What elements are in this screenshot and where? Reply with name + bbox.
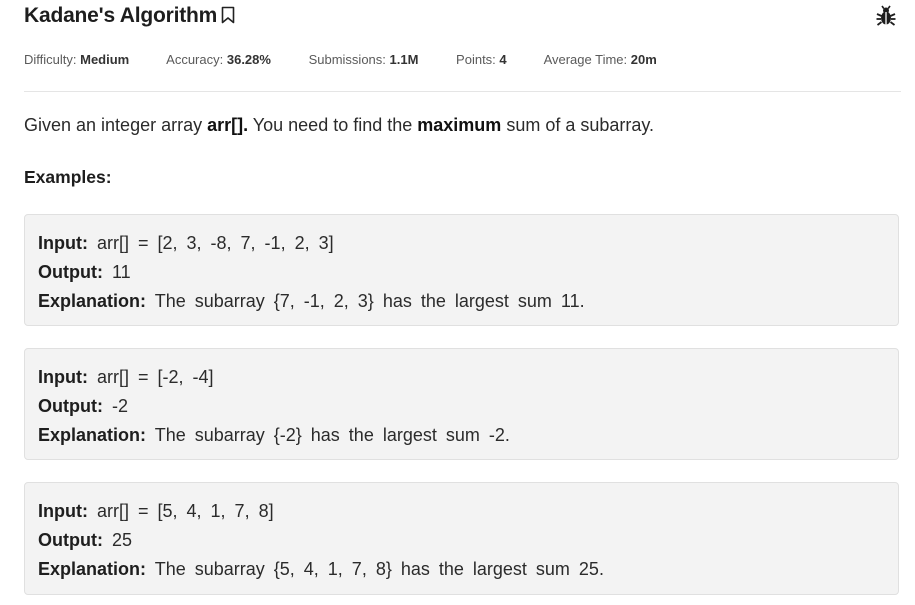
- output-value: -2: [111, 396, 128, 416]
- problem-title: Kadane's Algorithm: [24, 4, 218, 27]
- example-block: Input: arr[] = [2, 3, -8, 7, -1, 2, 3] O…: [24, 214, 899, 326]
- meta-accuracy-label: Accuracy:: [166, 52, 224, 67]
- examples-heading: Examples:: [24, 167, 112, 187]
- meta-difficulty-label: Difficulty:: [24, 52, 77, 67]
- example-explanation: Explanation: The subarray {5, 4, 1, 7, 8…: [38, 555, 885, 584]
- statement-emphasis: arr[].: [207, 115, 249, 135]
- problem-meta: Difficulty: Medium Accuracy: 36.28% Subm…: [24, 52, 691, 67]
- statement-text: Given an integer array: [24, 115, 208, 135]
- explanation-label: Explanation:: [38, 291, 147, 311]
- problem-statement: Given an integer array arr[]. You need t…: [24, 115, 654, 136]
- example-explanation: Explanation: The subarray {7, -1, 2, 3} …: [38, 287, 885, 316]
- meta-time-value: 20m: [630, 52, 657, 67]
- output-label: Output:: [38, 530, 103, 550]
- explanation-label: Explanation:: [38, 559, 147, 579]
- example-output: Output: 25: [38, 526, 885, 555]
- example-input: Input: arr[] = [-2, -4]: [38, 363, 885, 392]
- meta-average-time: Average Time: 20m: [544, 52, 657, 67]
- meta-submissions-value: 1.1M: [389, 52, 419, 67]
- meta-accuracy-value: 36.28%: [226, 52, 271, 67]
- meta-difficulty: Difficulty: Medium: [24, 52, 129, 67]
- statement-emphasis: maximum: [417, 115, 502, 135]
- meta-submissions: Submissions: 1.1M: [309, 52, 419, 67]
- explanation-label: Explanation:: [38, 425, 147, 445]
- input-value: arr[] = [5, 4, 1, 7, 8]: [97, 501, 274, 521]
- example-block: Input: arr[] = [5, 4, 1, 7, 8] Output: 2…: [24, 482, 899, 595]
- meta-time-label: Average Time:: [543, 52, 628, 67]
- meta-points-label: Points:: [456, 52, 496, 67]
- output-value: 11: [111, 262, 131, 282]
- meta-accuracy: Accuracy: 36.28%: [166, 52, 271, 67]
- example-block: Input: arr[] = [-2, -4] Output: -2 Expla…: [24, 348, 899, 460]
- example-explanation: Explanation: The subarray {-2} has the l…: [38, 421, 885, 450]
- example-output: Output: 11: [38, 258, 885, 287]
- meta-submissions-label: Submissions:: [308, 52, 386, 67]
- bookmark-icon[interactable]: [220, 5, 236, 25]
- statement-text: You need to find the: [248, 115, 418, 135]
- input-label: Input:: [38, 233, 88, 253]
- meta-points: Points: 4: [456, 52, 507, 67]
- output-label: Output:: [38, 262, 103, 282]
- explanation-value: The subarray {-2} has the largest sum -2…: [154, 425, 510, 445]
- explanation-value: The subarray {7, -1, 2, 3} has the large…: [154, 291, 585, 311]
- header-divider: [24, 91, 901, 92]
- input-label: Input:: [38, 367, 88, 387]
- example-input: Input: arr[] = [2, 3, -8, 7, -1, 2, 3]: [38, 229, 885, 258]
- bug-icon[interactable]: [875, 5, 897, 27]
- meta-points-value: 4: [499, 52, 507, 67]
- input-label: Input:: [38, 501, 88, 521]
- problem-title-row: Kadane's Algorithm: [24, 4, 236, 28]
- explanation-value: The subarray {5, 4, 1, 7, 8} has the lar…: [154, 559, 604, 579]
- statement-text: sum of a subarray.: [501, 115, 655, 135]
- output-label: Output:: [38, 396, 103, 416]
- output-value: 25: [111, 530, 133, 550]
- problem-header: Kadane's Algorithm: [24, 2, 901, 34]
- example-output: Output: -2: [38, 392, 885, 421]
- input-value: arr[] = [2, 3, -8, 7, -1, 2, 3]: [97, 233, 334, 253]
- meta-difficulty-value: Medium: [80, 52, 130, 67]
- input-value: arr[] = [-2, -4]: [97, 367, 214, 387]
- example-input: Input: arr[] = [5, 4, 1, 7, 8]: [38, 497, 885, 526]
